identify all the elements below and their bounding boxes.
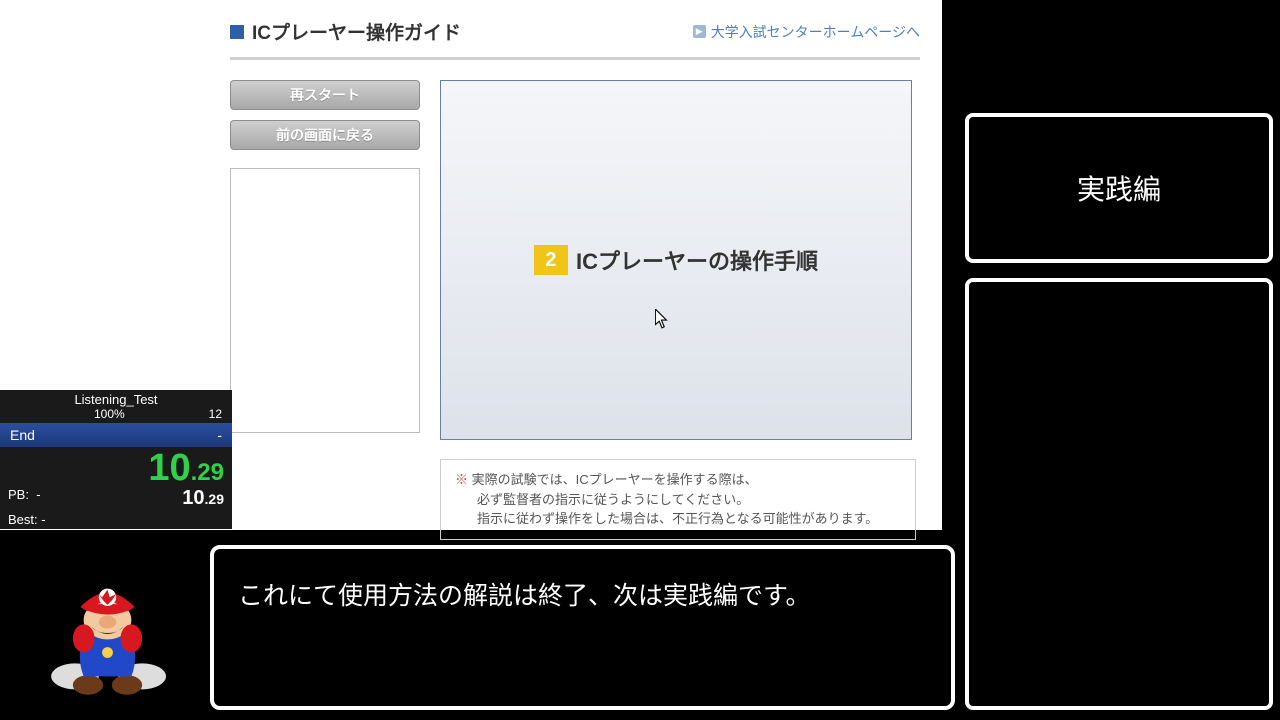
run-title: Listening_Test <box>0 390 232 407</box>
back-button[interactable]: 前の画面に戻る <box>230 120 420 150</box>
warning-line-3: 指示に従わず操作をした場合は、不正行為となる可能性があります。 <box>477 509 878 529</box>
dialog-box: これにて使用方法の解説は終了、次は実践編です。 <box>210 545 955 710</box>
left-column: 再スタート 前の画面に戻る <box>230 80 420 440</box>
dialog-text: これにて使用方法の解説は終了、次は実践編です。 <box>238 579 927 614</box>
segment-name: End <box>10 427 35 443</box>
best-label: Best: <box>8 512 38 527</box>
side-panel-bottom <box>965 278 1273 710</box>
warning-line-1: 実際の試験では、ICプレーヤーを操作する際は、 <box>472 472 758 487</box>
warning-mark: ※ <box>455 472 468 487</box>
timer-whole: 10 <box>148 447 190 489</box>
step-number-badge: 2 <box>534 245 568 275</box>
mario-sprite <box>40 568 175 698</box>
segment-delta: - <box>217 427 222 443</box>
link-text: 大学入試センターホームページへ <box>711 22 920 42</box>
current-segment-row: End - <box>0 423 232 447</box>
step-title-text: ICプレーヤーの操作手順 <box>576 244 818 276</box>
page-title-wrap: ICプレーヤー操作ガイド <box>230 18 461 45</box>
step-heading: 2 ICプレーヤーの操作手順 <box>534 244 818 276</box>
main-timer: 10.29 <box>0 447 232 487</box>
content-area: 再スタート 前の画面に戻る 2 ICプレーヤーの操作手順 <box>230 80 920 440</box>
best-row: Best: - <box>0 512 232 529</box>
pb-label: PB: <box>8 487 29 502</box>
page-header: ICプレーヤー操作ガイド ▶ 大学入試センターホームページへ <box>230 18 920 60</box>
pb-value: - <box>36 487 40 502</box>
square-icon <box>230 25 244 39</box>
main-panel: 2 ICプレーヤーの操作手順 <box>440 80 912 440</box>
side-top-label: 実践編 <box>1077 168 1161 208</box>
pb-time-dec: .29 <box>205 491 224 507</box>
cursor-icon <box>655 309 669 329</box>
restart-button[interactable]: 再スタート <box>230 80 420 110</box>
external-link[interactable]: ▶ 大学入試センターホームページへ <box>693 22 920 42</box>
warning-box: ※ 実際の試験では、ICプレーヤーを操作する際は、 必ず監督者の指示に従うように… <box>440 459 916 540</box>
warning-line-2: 必ず監督者の指示に従うようにしてください。 <box>477 490 749 510</box>
attempt-count: 12 <box>209 407 222 421</box>
timer-decimal: .29 <box>191 459 224 486</box>
side-content-box <box>230 168 420 433</box>
progress-percent: 100% <box>94 407 125 421</box>
pb-row: PB: - 10.29 <box>0 487 232 512</box>
page-title: ICプレーヤー操作ガイド <box>252 18 461 45</box>
pb-time-whole: 10 <box>182 487 204 509</box>
livesplit-panel: Listening_Test 100% 12 End - 10.29 PB: -… <box>0 390 232 529</box>
run-subtitle: 100% 12 <box>0 407 232 423</box>
side-panel-top: 実践編 <box>965 113 1273 263</box>
link-arrow-icon: ▶ <box>693 25 706 38</box>
best-value: - <box>41 512 45 527</box>
